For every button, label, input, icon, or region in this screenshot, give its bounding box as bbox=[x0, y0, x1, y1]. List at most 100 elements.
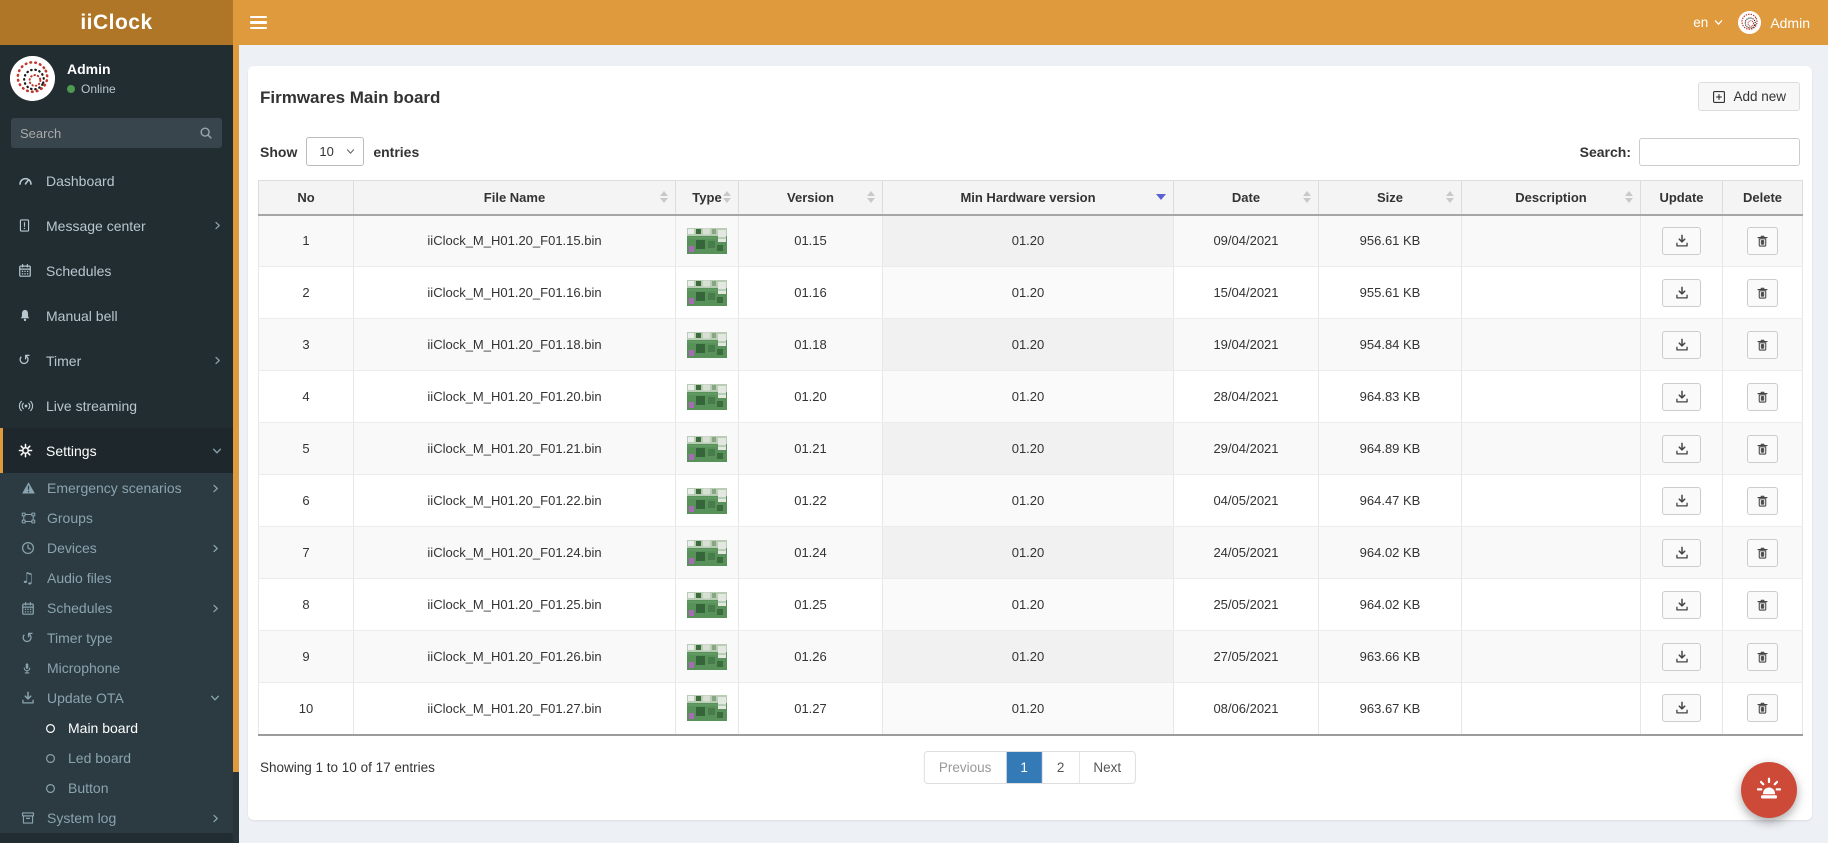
download-icon bbox=[1675, 234, 1689, 248]
column-header-no[interactable]: No bbox=[258, 180, 354, 216]
navbar-right: en Admin bbox=[1693, 11, 1810, 34]
entries-label: entries bbox=[373, 143, 420, 160]
pagination-next[interactable]: Next bbox=[1079, 751, 1136, 783]
cell-delete bbox=[1722, 266, 1803, 319]
column-header-min-hardware-version[interactable]: Min Hardware version bbox=[882, 180, 1174, 216]
cell-type bbox=[675, 682, 739, 736]
circle-icon bbox=[44, 782, 68, 795]
cell-description bbox=[1461, 682, 1641, 736]
column-header-file-name[interactable]: File Name bbox=[353, 180, 676, 216]
pcb-thumbnail-image bbox=[687, 331, 727, 358]
search-icon[interactable] bbox=[199, 126, 213, 140]
pagination-page-1[interactable]: 1 bbox=[1006, 751, 1042, 783]
warning-icon bbox=[21, 481, 47, 495]
chevron-right-icon bbox=[210, 603, 221, 614]
cell-file_name: iiClock_M_H01.20_F01.21.bin bbox=[353, 422, 676, 475]
delete-button[interactable] bbox=[1747, 226, 1778, 255]
delete-button[interactable] bbox=[1747, 642, 1778, 671]
column-header-size[interactable]: Size bbox=[1318, 180, 1462, 216]
pagination: Previous 1 2 Next bbox=[923, 750, 1137, 784]
cell-version: 01.22 bbox=[738, 474, 883, 527]
alarm-fab-button[interactable] bbox=[1741, 762, 1797, 818]
sidebar-item-schedules[interactable]: Schedules bbox=[0, 593, 233, 623]
delete-button[interactable] bbox=[1747, 382, 1778, 411]
sidebar-item-update-ota[interactable]: Update OTA bbox=[0, 683, 233, 713]
sidebar-item-system-log[interactable]: System log bbox=[0, 803, 233, 833]
column-header-update[interactable]: Update bbox=[1640, 180, 1723, 216]
delete-button[interactable] bbox=[1747, 330, 1778, 359]
page-size-select[interactable]: 10 bbox=[306, 137, 365, 166]
add-new-button[interactable]: Add new bbox=[1698, 82, 1800, 111]
music-icon: ♫ bbox=[21, 568, 35, 587]
delete-button[interactable] bbox=[1747, 694, 1778, 723]
sidebar-item-emergency-scenarios[interactable]: Emergency scenarios bbox=[0, 473, 233, 503]
update-button[interactable] bbox=[1662, 226, 1701, 255]
delete-button[interactable] bbox=[1747, 278, 1778, 307]
sidebar-item-schedules[interactable]: Schedules bbox=[0, 248, 233, 293]
cell-date: 29/04/2021 bbox=[1173, 422, 1319, 475]
pagination-page-2[interactable]: 2 bbox=[1042, 751, 1079, 783]
update-button[interactable] bbox=[1662, 642, 1701, 671]
sidebar-item-dashboard[interactable]: Dashboard bbox=[0, 158, 233, 203]
table-row: 2 iiClock_M_H01.20_F01.16.bin 01.16 01.20 15… bbox=[258, 266, 1803, 319]
brand-logo[interactable]: iiClock bbox=[0, 0, 233, 45]
column-header-version[interactable]: Version bbox=[738, 180, 883, 216]
delete-button[interactable] bbox=[1747, 590, 1778, 619]
update-button[interactable] bbox=[1662, 486, 1701, 515]
column-header-delete[interactable]: Delete bbox=[1722, 180, 1803, 216]
cell-no: 8 bbox=[258, 578, 354, 631]
delete-button[interactable] bbox=[1747, 434, 1778, 463]
sidebar-item-message-center[interactable]: Message center bbox=[0, 203, 233, 248]
sidebar-item-live-streaming[interactable]: Live streaming bbox=[0, 383, 233, 428]
user-menu[interactable]: Admin bbox=[1738, 11, 1810, 34]
search-label: Search: bbox=[1579, 143, 1631, 160]
sidebar-item-timer[interactable]: ↺ Timer bbox=[0, 338, 233, 383]
update-button[interactable] bbox=[1662, 538, 1701, 567]
sidebar-item-label: Message center bbox=[46, 217, 146, 234]
column-header-date[interactable]: Date bbox=[1173, 180, 1319, 216]
sidebar-item-audio-files[interactable]: ♫ Audio files bbox=[0, 563, 233, 593]
sidebar-item-button[interactable]: Button bbox=[0, 773, 233, 803]
cell-update bbox=[1640, 526, 1723, 579]
sidebar-toggle-button[interactable] bbox=[250, 0, 290, 45]
cell-version: 01.21 bbox=[738, 422, 883, 475]
download-icon bbox=[1675, 286, 1689, 300]
sidebar-item-led-board[interactable]: Led board bbox=[0, 743, 233, 773]
table-search-input[interactable] bbox=[1639, 137, 1800, 166]
update-button[interactable] bbox=[1662, 278, 1701, 307]
sort-arrows-icon bbox=[867, 191, 875, 204]
pcb-thumbnail-image bbox=[687, 383, 727, 410]
circle-icon bbox=[44, 722, 68, 735]
page-length-control: Show 10 entries bbox=[260, 137, 419, 166]
delete-button[interactable] bbox=[1747, 538, 1778, 567]
sidebar-item-groups[interactable]: Groups bbox=[0, 503, 233, 533]
sidebar-search bbox=[11, 118, 222, 148]
language-dropdown[interactable]: en bbox=[1693, 15, 1724, 30]
update-button[interactable] bbox=[1662, 434, 1701, 463]
trash-icon bbox=[1756, 546, 1769, 560]
sidebar-scrollbar-thumb[interactable] bbox=[233, 45, 239, 772]
sidebar-item-manual-bell[interactable]: Manual bell bbox=[0, 293, 233, 338]
column-header-description[interactable]: Description bbox=[1461, 180, 1641, 216]
cell-update bbox=[1640, 266, 1723, 319]
chevron-down-icon bbox=[211, 445, 223, 457]
delete-button[interactable] bbox=[1747, 486, 1778, 515]
trash-icon bbox=[1756, 494, 1769, 508]
column-header-type[interactable]: Type bbox=[675, 180, 739, 216]
sidebar-scrollbar[interactable] bbox=[233, 45, 239, 843]
update-button[interactable] bbox=[1662, 382, 1701, 411]
sidebar-search-input[interactable] bbox=[20, 125, 199, 141]
update-button[interactable] bbox=[1662, 590, 1701, 619]
update-button[interactable] bbox=[1662, 330, 1701, 359]
update-button[interactable] bbox=[1662, 694, 1701, 723]
sidebar-item-settings[interactable]: Settings bbox=[0, 428, 233, 473]
cell-update bbox=[1640, 474, 1723, 527]
cell-size: 954.84 KB bbox=[1318, 318, 1462, 371]
sidebar-item-devices[interactable]: Devices bbox=[0, 533, 233, 563]
sidebar-item-microphone[interactable]: Microphone bbox=[0, 653, 233, 683]
sidebar-item-main-board[interactable]: Main board bbox=[0, 713, 233, 743]
trash-icon bbox=[1756, 442, 1769, 456]
sidebar-item-timer-type[interactable]: ↺ Timer type bbox=[0, 623, 233, 653]
pagination-previous[interactable]: Previous bbox=[924, 751, 1006, 783]
cell-delete bbox=[1722, 318, 1803, 371]
